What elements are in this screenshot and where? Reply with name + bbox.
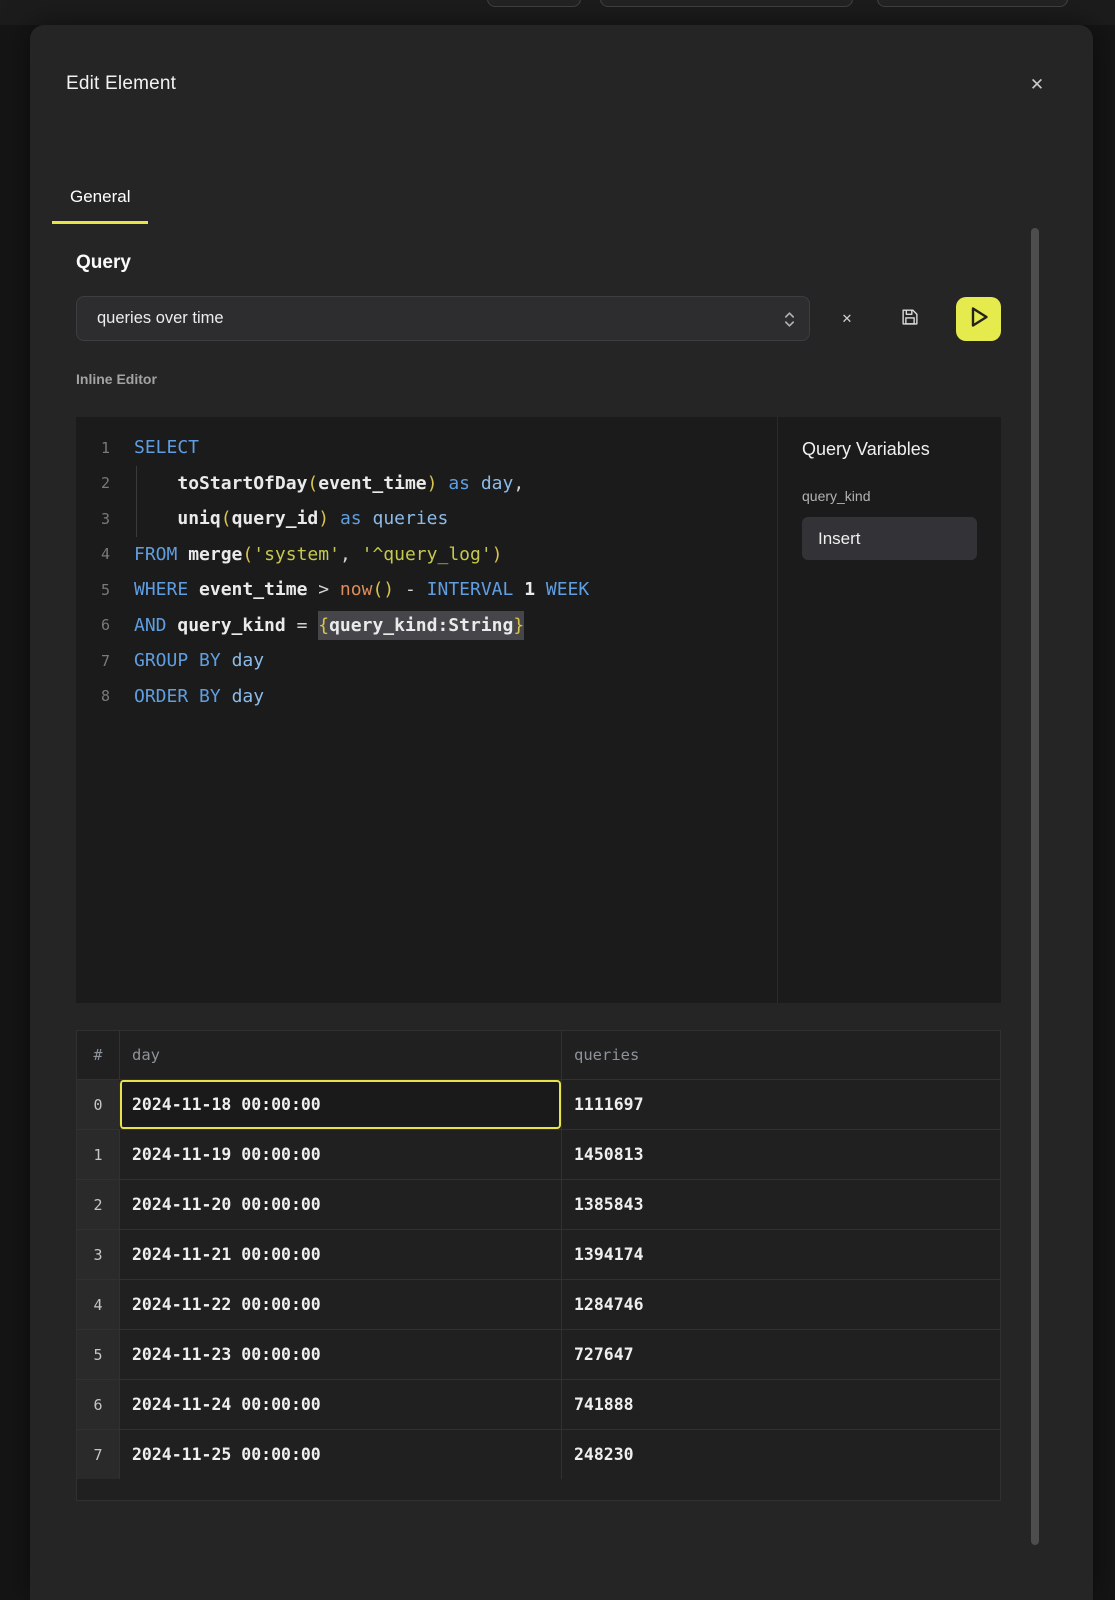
top-toolbar-button[interactable] [487, 0, 581, 7]
row-index-cell: 2 [77, 1180, 119, 1229]
table-row: 42024-11-22 00:00:001284746 [77, 1279, 1000, 1329]
chevron-updown-icon [783, 309, 796, 335]
day-cell[interactable]: 2024-11-25 00:00:00 [119, 1430, 561, 1479]
close-icon[interactable]: ✕ [1022, 70, 1052, 100]
code-line: 5 WHERE event_time > now() - INTERVAL 1 W… [76, 572, 777, 608]
header-index: # [77, 1031, 119, 1079]
code-line: 4 FROM merge('system', '^query_log') [76, 537, 777, 573]
line-number: 2 [76, 474, 110, 492]
indent-guide [136, 466, 137, 537]
header-queries: queries [561, 1031, 1000, 1079]
queries-cell[interactable]: 741888 [561, 1380, 1000, 1429]
queries-cell[interactable]: 248230 [561, 1430, 1000, 1479]
query-variables-panel: Query Variables query_kind Insert [777, 417, 1001, 1003]
save-button[interactable] [892, 301, 928, 337]
table-row: 62024-11-24 00:00:00741888 [77, 1379, 1000, 1429]
code-text: uniq(query_id) as queries [134, 508, 448, 529]
edit-element-modal: Edit Element ✕ General Query queries ove… [30, 25, 1093, 1600]
table-row: 52024-11-23 00:00:00727647 [77, 1329, 1000, 1379]
day-cell[interactable]: 2024-11-20 00:00:00 [119, 1180, 561, 1229]
line-number: 7 [76, 652, 110, 670]
day-cell[interactable]: 2024-11-24 00:00:00 [119, 1380, 561, 1429]
code-line: 7 GROUP BY day [76, 643, 777, 679]
save-icon [899, 306, 921, 333]
query-section-heading: Query [76, 252, 131, 274]
row-index-cell: 7 [77, 1430, 119, 1479]
queries-cell[interactable]: 1385843 [561, 1180, 1000, 1229]
code-line: 3 uniq(query_id) as queries [76, 501, 777, 537]
queries-cell[interactable]: 1111697 [561, 1080, 1000, 1129]
line-number: 4 [76, 545, 110, 563]
queries-cell[interactable]: 1394174 [561, 1230, 1000, 1279]
day-cell[interactable]: 2024-11-23 00:00:00 [119, 1330, 561, 1379]
top-toolbar [0, 0, 1115, 25]
sql-editor[interactable]: 1 SELECT 2 toStartOfDay(event_time) as day… [76, 417, 777, 1003]
line-number: 5 [76, 581, 110, 599]
table-row: 12024-11-19 00:00:001450813 [77, 1129, 1000, 1179]
code-line: 1 SELECT [76, 430, 777, 466]
query-select-value: queries over time [97, 297, 224, 340]
inline-editor: 1 SELECT 2 toStartOfDay(event_time) as day… [76, 417, 1001, 1003]
run-query-button[interactable] [956, 297, 1001, 341]
line-number: 3 [76, 510, 110, 528]
code-text: toStartOfDay(event_time) as day, [134, 473, 524, 494]
table-row: 32024-11-21 00:00:001394174 [77, 1229, 1000, 1279]
play-icon [956, 295, 1001, 344]
row-index-cell: 1 [77, 1130, 119, 1179]
tab-general[interactable]: General [52, 173, 148, 224]
code-text: WHERE event_time > now() - INTERVAL 1 WE… [134, 579, 589, 600]
queries-cell[interactable]: 1284746 [561, 1280, 1000, 1329]
table-footer-gutter [77, 1479, 1000, 1500]
line-number: 8 [76, 687, 110, 705]
code-line: 6 AND query_kind = {query_kind:String} [76, 608, 777, 644]
code-lines: 1 SELECT 2 toStartOfDay(event_time) as day… [76, 430, 777, 714]
table-row: 02024-11-18 00:00:001111697 [77, 1079, 1000, 1129]
row-index-cell: 6 [77, 1380, 119, 1429]
queries-cell[interactable]: 1450813 [561, 1130, 1000, 1179]
modal-title: Edit Element [66, 73, 176, 95]
code-text: SELECT [134, 437, 199, 458]
insert-button[interactable]: Insert [802, 517, 977, 560]
code-text: AND query_kind = {query_kind:String} [134, 615, 524, 636]
table-row: 22024-11-20 00:00:001385843 [77, 1179, 1000, 1229]
row-index-cell: 5 [77, 1330, 119, 1379]
query-select[interactable]: queries over time [76, 296, 810, 341]
table-header: # day queries [77, 1031, 1000, 1079]
code-line: 2 toStartOfDay(event_time) as day, [76, 466, 777, 502]
row-index-cell: 4 [77, 1280, 119, 1329]
variable-name-label: query_kind [802, 488, 977, 504]
clear-query-button[interactable]: ✕ [831, 304, 863, 334]
table-row: 72024-11-25 00:00:00248230 [77, 1429, 1000, 1479]
line-number: 1 [76, 439, 110, 457]
queries-cell[interactable]: 727647 [561, 1330, 1000, 1379]
tab-bar: General [52, 173, 148, 224]
row-index-cell: 0 [77, 1080, 119, 1129]
code-text: GROUP BY day [134, 650, 264, 671]
top-toolbar-button[interactable] [877, 0, 1068, 7]
code-text: ORDER BY day [134, 686, 264, 707]
results-table: # day queries 02024-11-18 00:00:00111169… [76, 1030, 1001, 1501]
top-toolbar-button[interactable] [600, 0, 853, 7]
day-cell[interactable]: 2024-11-18 00:00:00 [119, 1080, 561, 1129]
code-text: FROM merge('system', '^query_log') [134, 544, 503, 565]
row-index-cell: 3 [77, 1230, 119, 1279]
day-cell[interactable]: 2024-11-19 00:00:00 [119, 1130, 561, 1179]
header-day: day [119, 1031, 561, 1079]
code-line: 8 ORDER BY day [76, 679, 777, 715]
scrollbar-thumb[interactable] [1031, 228, 1039, 1545]
table-body: 02024-11-18 00:00:00111169712024-11-19 0… [77, 1079, 1000, 1479]
inline-editor-label: Inline Editor [76, 371, 157, 387]
day-cell[interactable]: 2024-11-21 00:00:00 [119, 1230, 561, 1279]
query-variables-heading: Query Variables [802, 439, 977, 460]
day-cell[interactable]: 2024-11-22 00:00:00 [119, 1280, 561, 1329]
line-number: 6 [76, 616, 110, 634]
